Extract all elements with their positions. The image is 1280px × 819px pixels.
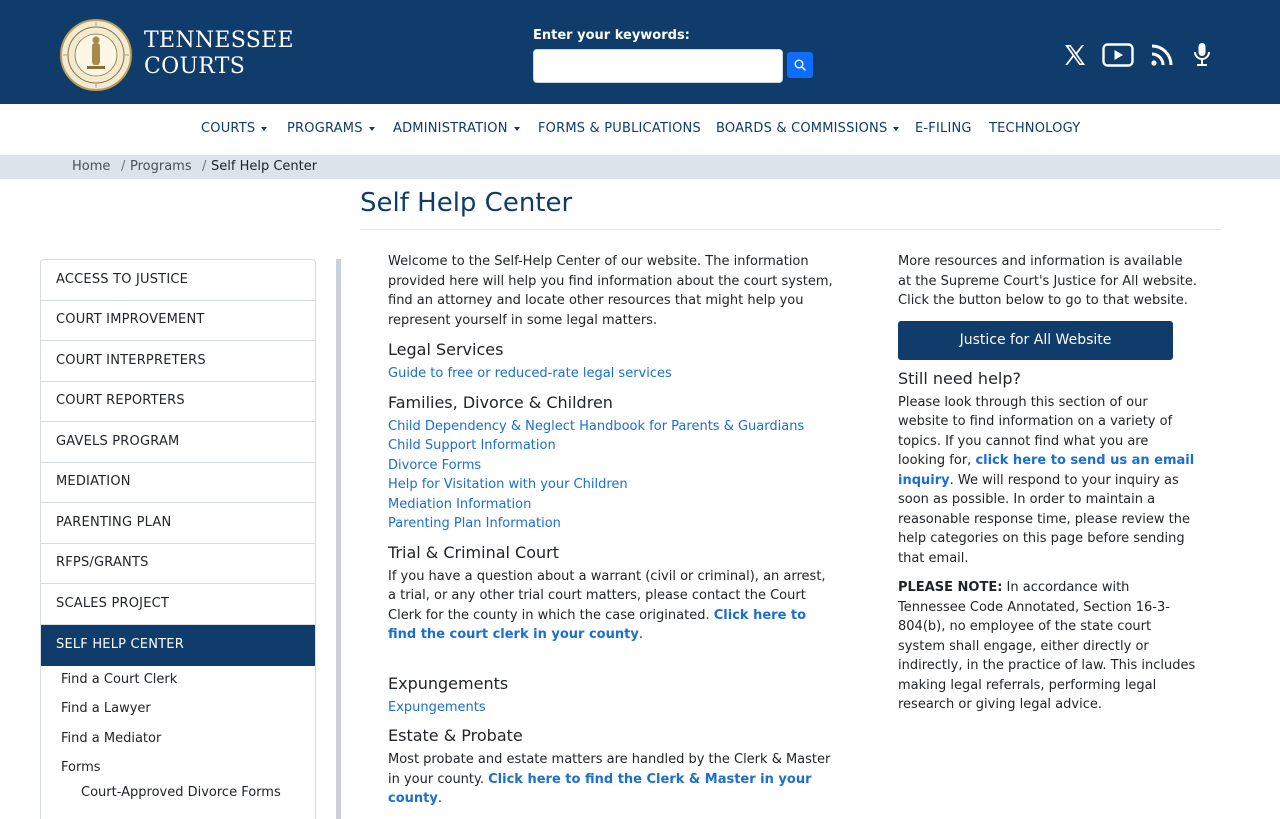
- link-mediation-information[interactable]: Mediation Information: [388, 495, 833, 515]
- intro-text: Welcome to the Self-Help Center of our w…: [388, 254, 833, 328]
- sidebar-item-access-to-justice[interactable]: ACCESS TO JUSTICE: [41, 260, 315, 301]
- caret-down-icon: [513, 126, 520, 131]
- nav-item-label: COURTS: [201, 121, 256, 136]
- search-input[interactable]: [533, 49, 783, 83]
- nav-item-courts[interactable]: COURTS: [201, 121, 268, 136]
- caret-down-icon: [261, 126, 268, 131]
- nav-item-technology[interactable]: TECHNOLOGY: [989, 121, 1080, 136]
- main-content: Welcome to the Self-Help Center of our w…: [388, 250, 833, 809]
- sidebar-subitem-court-approved-divorce-forms[interactable]: Court-Approved Divorce Forms: [81, 785, 281, 800]
- page-title: Self Help Center: [360, 188, 573, 218]
- nav-item-programs[interactable]: PROGRAMS: [287, 121, 375, 136]
- brand-line-1: TENNESSEE: [144, 28, 294, 53]
- sidebar-subitem-find-lawyer[interactable]: Find a Lawyer: [61, 701, 151, 716]
- please-note-text: PLEASE NOTE: In accordance with Tennesse…: [898, 578, 1198, 715]
- sidebar-divider: [336, 259, 341, 819]
- expungements-heading: Expungements: [388, 673, 509, 693]
- link-divorce-forms[interactable]: Divorce Forms: [388, 456, 833, 476]
- x-twitter-link[interactable]: [1058, 38, 1092, 72]
- families-heading: Families, Divorce & Children: [388, 392, 613, 412]
- link-expungements[interactable]: Expungements: [388, 698, 833, 718]
- sidebar-item-scales-project[interactable]: SCALES PROJECT: [41, 584, 315, 625]
- tennessee-judiciary-seal-icon[interactable]: [60, 19, 132, 91]
- still-need-help-heading: Still need help?: [898, 368, 1021, 388]
- breadcrumb-programs[interactable]: Programs: [130, 155, 192, 179]
- caret-down-icon: [893, 126, 900, 131]
- sidebar-subitem-find-court-clerk[interactable]: Find a Court Clerk: [61, 672, 177, 687]
- nav-item-label: ADMINISTRATION: [393, 121, 508, 136]
- trial-period: .: [638, 627, 643, 642]
- sidebar-item-mediation[interactable]: MEDIATION: [41, 462, 315, 503]
- link-parenting-plan-information[interactable]: Parenting Plan Information: [388, 514, 833, 534]
- search-button[interactable]: [787, 52, 813, 78]
- nav-item-label: E-FILING: [915, 121, 972, 136]
- link-legal-services-guide[interactable]: Guide to free or reduced-rate legal serv…: [388, 364, 833, 384]
- youtube-link[interactable]: [1101, 38, 1135, 72]
- nav-item-label: TECHNOLOGY: [989, 121, 1081, 136]
- link-child-dependency-handbook[interactable]: Child Dependency & Neglect Handbook for …: [388, 417, 833, 437]
- nav-item-administration[interactable]: ADMINISTRATION: [393, 121, 520, 136]
- sidebar-item-parenting-plan[interactable]: PARENTING PLAN: [41, 503, 315, 544]
- justice-for-all-button[interactable]: Justice for All Website: [898, 320, 1173, 360]
- site-header: TENNESSEE COURTS Enter your keywords:: [0, 0, 1280, 104]
- main-nav: COURTS PROGRAMS ADMINISTRATION FORMS & P…: [0, 104, 1280, 155]
- podcast-link[interactable]: [1185, 38, 1219, 72]
- nav-item-label: FORMS & PUBLICATIONS: [538, 121, 701, 136]
- right-sidebar-content: More resources and information is availa…: [898, 250, 1198, 715]
- link-visitation-help[interactable]: Help for Visitation with your Children: [388, 475, 833, 495]
- breadcrumb: Home / Programs / Self Help Center: [0, 155, 1280, 179]
- search-label: Enter your keywords:: [533, 28, 690, 43]
- nav-item-e-filing[interactable]: E-FILING: [915, 121, 972, 136]
- please-note-label: PLEASE NOTE:: [898, 580, 1003, 595]
- sidebar-subitem-find-mediator[interactable]: Find a Mediator: [61, 731, 161, 746]
- youtube-icon: [1102, 43, 1134, 67]
- sidebar-item-court-interpreters[interactable]: COURT INTERPRETERS: [41, 341, 315, 382]
- breadcrumb-separator: /: [202, 159, 207, 174]
- breadcrumb-separator: /: [121, 159, 126, 174]
- rss-link[interactable]: [1145, 38, 1179, 72]
- estate-period: .: [437, 791, 442, 806]
- nav-item-label: BOARDS & COMMISSIONS: [716, 121, 888, 136]
- sidebar-subitem-forms[interactable]: Forms: [61, 760, 101, 775]
- nav-item-forms-publications[interactable]: FORMS & PUBLICATIONS: [538, 121, 701, 136]
- link-child-support[interactable]: Child Support Information: [388, 436, 833, 456]
- x-icon: [1065, 45, 1085, 65]
- sidebar-item-rfps-grants[interactable]: RFPS/GRANTS: [41, 543, 315, 584]
- sidebar-item-self-help-center[interactable]: SELF HELP CENTER: [41, 625, 315, 666]
- brand-line-2: COURTS: [144, 54, 246, 79]
- title-divider: [360, 229, 1221, 230]
- site-brand[interactable]: TENNESSEE COURTS: [144, 28, 294, 80]
- trial-criminal-heading: Trial & Criminal Court: [388, 542, 559, 562]
- trial-criminal-text: If you have a question about a warrant (…: [388, 567, 833, 645]
- podcast-icon: [1194, 43, 1210, 66]
- legal-services-heading: Legal Services: [388, 340, 504, 359]
- sidebar: ACCESS TO JUSTICE COURT IMPROVEMENT COUR…: [40, 259, 316, 819]
- nav-item-boards-commissions[interactable]: BOARDS & COMMISSIONS: [716, 121, 900, 136]
- sidebar-item-gavels-program[interactable]: GAVELS PROGRAM: [41, 422, 315, 463]
- breadcrumb-home[interactable]: Home: [72, 155, 110, 179]
- breadcrumb-current: Self Help Center: [211, 159, 318, 174]
- estate-probate-heading: Estate & Probate: [388, 726, 523, 745]
- jfa-intro-text: More resources and information is availa…: [898, 254, 1198, 308]
- please-note-body: In accordance with Tennessee Code Annota…: [898, 580, 1196, 712]
- rss-icon: [1151, 44, 1173, 66]
- nav-item-label: PROGRAMS: [287, 121, 363, 136]
- sidebar-item-court-reporters[interactable]: COURT REPORTERS: [41, 381, 315, 422]
- families-links: Child Dependency & Neglect Handbook for …: [388, 417, 833, 534]
- still-need-help-text: Please look through this section of our …: [898, 393, 1198, 569]
- sidebar-item-court-improvement[interactable]: COURT IMPROVEMENT: [41, 300, 315, 341]
- search-icon: [794, 59, 806, 71]
- caret-down-icon: [368, 126, 375, 131]
